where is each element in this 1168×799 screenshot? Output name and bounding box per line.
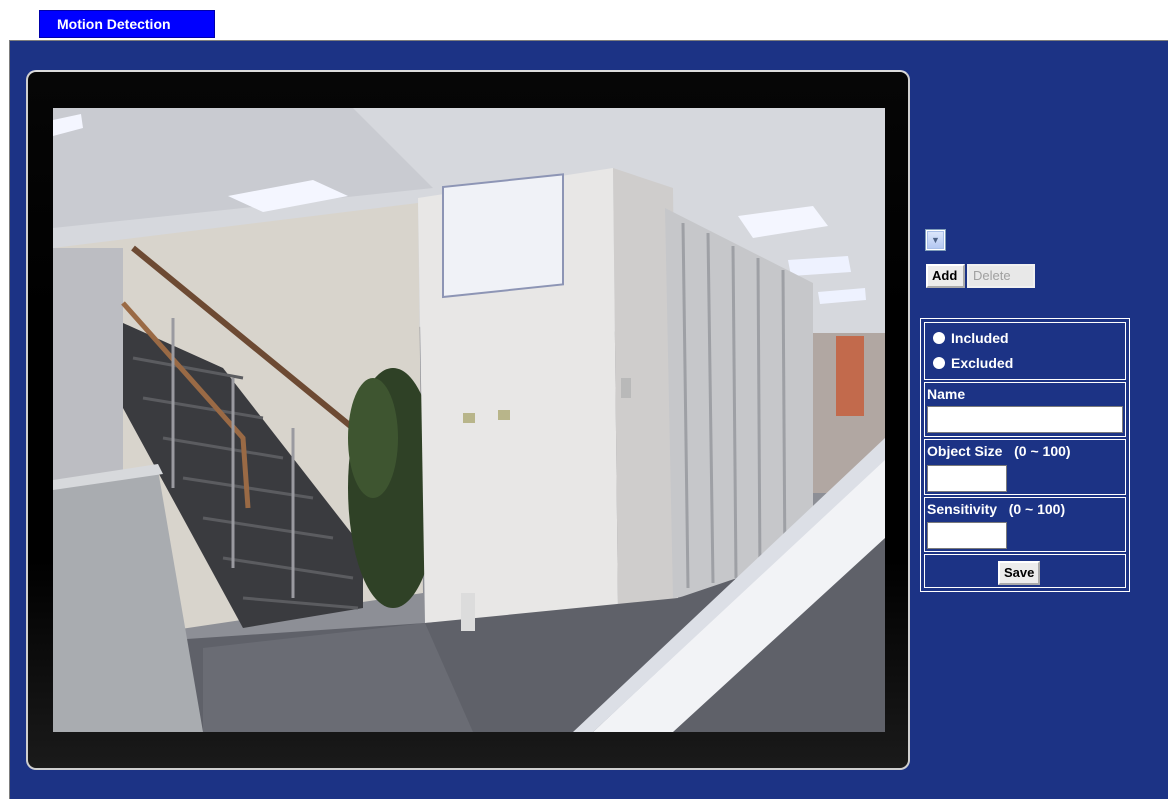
detection-settings-panel: Included Excluded Name Object Size (0 ~ …: [920, 318, 1130, 592]
sensitivity-group: Sensitivity (0 ~ 100): [924, 497, 1126, 552]
name-input[interactable]: [927, 406, 1123, 433]
radio-dot-icon[interactable]: [933, 357, 945, 369]
radio-dot-icon[interactable]: [933, 332, 945, 344]
chevron-down-icon[interactable]: ▼: [927, 231, 944, 249]
region-mode-group: Included Excluded: [924, 322, 1126, 380]
radio-excluded[interactable]: Excluded: [933, 355, 1013, 375]
sensitivity-input[interactable]: [927, 522, 1007, 549]
camera-video-feed[interactable]: [53, 108, 885, 732]
save-button[interactable]: Save: [998, 561, 1040, 585]
name-group: Name: [924, 382, 1126, 437]
add-button[interactable]: Add: [926, 264, 965, 288]
camera-scene-image: [53, 108, 885, 732]
delete-button[interactable]: Delete: [967, 264, 1035, 288]
object-size-label: Object Size (0 ~ 100): [927, 443, 1071, 459]
radio-included[interactable]: Included: [933, 330, 1009, 350]
object-size-input[interactable]: [927, 465, 1007, 492]
object-size-group: Object Size (0 ~ 100): [924, 439, 1126, 495]
detection-window-select[interactable]: ▼: [925, 229, 946, 251]
sensitivity-label: Sensitivity (0 ~ 100): [927, 501, 1066, 517]
name-label: Name: [927, 386, 966, 402]
tab-motion-detection[interactable]: Motion Detection: [39, 10, 215, 38]
